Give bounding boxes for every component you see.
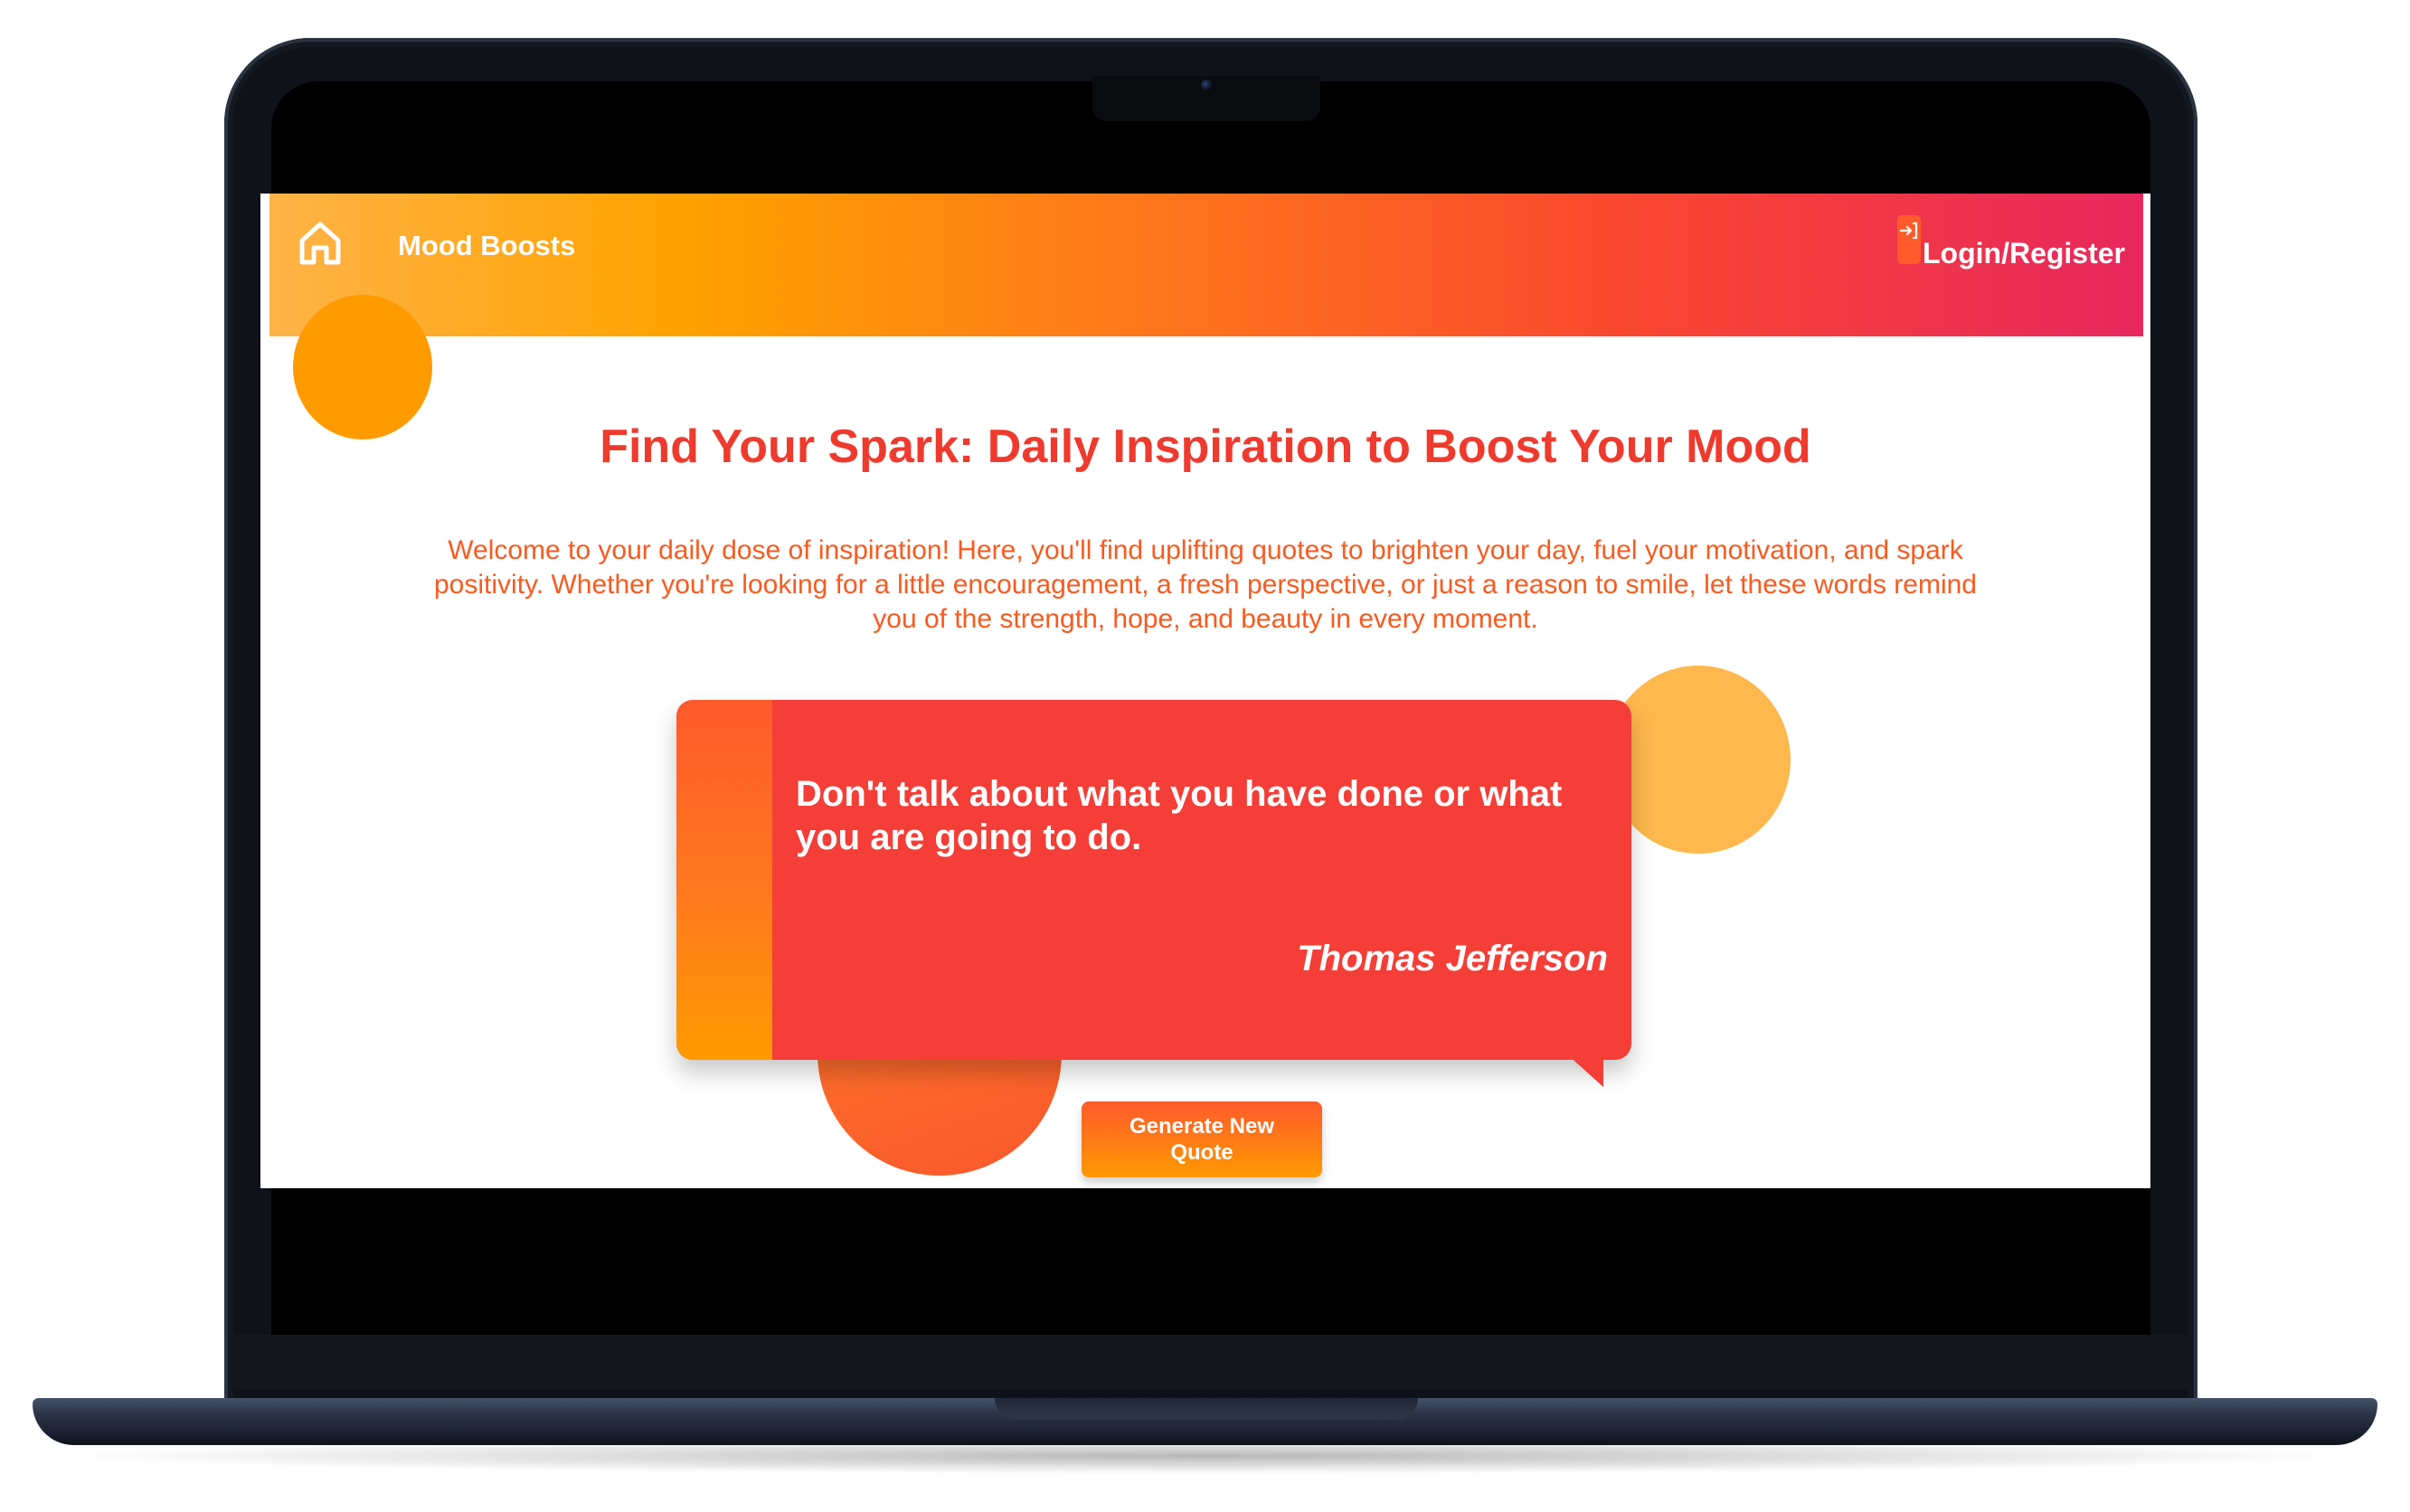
login-register-button[interactable]: Login/Register (1896, 215, 2125, 270)
login-register-label: Login/Register (1922, 237, 2125, 269)
login-icon (1896, 215, 1921, 264)
generate-new-quote-button[interactable]: Generate New Quote (1082, 1101, 1322, 1177)
quote-author: Thomas Jefferson (1297, 939, 1608, 978)
home-icon[interactable] (297, 219, 344, 266)
web-page: Mood Boosts Login/Register Find Your Spa… (260, 194, 2150, 1188)
quote-card: Don't talk about what you have done or w… (676, 700, 1631, 1060)
lower-bezel (228, 1335, 2192, 1389)
quote-bubble-tail (1567, 1054, 1603, 1087)
camera-icon (1201, 80, 1212, 90)
intro-paragraph: Welcome to your daily dose of inspiratio… (434, 535, 1977, 634)
brand-link[interactable]: Mood Boosts (398, 230, 575, 262)
laptop-mockup: Mood Boosts Login/Register Find Your Spa… (0, 0, 2410, 1512)
top-navbar: Mood Boosts Login/Register (269, 194, 2143, 336)
quote-accent-bar (676, 700, 772, 1060)
base-notch (995, 1398, 1418, 1420)
decorative-circle-orange (293, 295, 432, 439)
decorative-circle-yellow (1606, 666, 1791, 854)
quote-text: Don't talk about what you have done or w… (796, 774, 1563, 857)
page-title: Find Your Spark: Daily Inspiration to Bo… (600, 421, 1811, 473)
